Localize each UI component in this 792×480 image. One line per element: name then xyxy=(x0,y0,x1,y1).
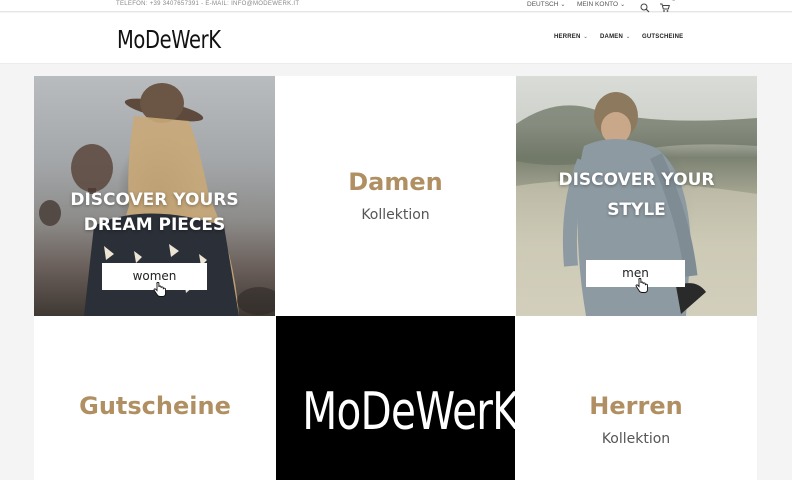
site-logo[interactable]: MoDeWerK xyxy=(117,25,221,54)
women-title-line-1: DISCOVER YOURS xyxy=(70,190,239,210)
nav-label: GUTSCHEINE xyxy=(642,34,684,40)
nav-label: DAMEN xyxy=(600,34,623,40)
account-menu[interactable]: MEIN KONTO ⌄ xyxy=(577,1,625,8)
chevron-down-icon: ⌄ xyxy=(560,2,566,8)
chevron-down-icon: ⌄ xyxy=(626,34,631,40)
herren-collection-tile[interactable]: Herren Kollektion xyxy=(515,316,757,480)
damen-subtitle: Kollektion xyxy=(361,207,430,223)
damen-title: Damen xyxy=(348,168,443,196)
hand-pointer-icon xyxy=(153,281,167,301)
cart-count-badge: 0 xyxy=(672,0,676,3)
herren-title: Herren xyxy=(589,392,683,420)
chevron-down-icon: ⌄ xyxy=(583,34,588,40)
nav-item-gutscheine[interactable]: GUTSCHEINE xyxy=(642,34,683,40)
nav-label: HERREN xyxy=(554,34,581,40)
nav-item-herren[interactable]: HERREN ⌄ xyxy=(554,34,588,40)
account-label: MEIN KONTO xyxy=(577,1,619,8)
site-header: MoDeWerK HERREN ⌄ DAMEN ⌄ GUTSCHEINE xyxy=(0,13,792,64)
top-bar: TELEFON: +39 3407657391 - E-MAIL: INFO@M… xyxy=(0,0,792,13)
gutscheine-tile[interactable]: Gutscheine xyxy=(34,316,276,480)
search-icon[interactable] xyxy=(640,0,652,13)
language-selector[interactable]: DEUTSCH ⌄ xyxy=(527,1,565,8)
gutscheine-title: Gutscheine xyxy=(79,392,231,420)
damen-collection-tile[interactable]: Damen Kollektion xyxy=(275,76,516,316)
chevron-down-icon: ⌄ xyxy=(620,2,626,8)
nav-item-damen[interactable]: DAMEN ⌄ xyxy=(600,34,630,40)
women-title-line-2: DREAM PIECES xyxy=(83,215,226,235)
men-promo-title: DISCOVER YOUR STYLE xyxy=(516,168,757,223)
brand-logo: MoDeWerK xyxy=(302,382,515,442)
herren-subtitle: Kollektion xyxy=(601,431,671,447)
women-promo-tile[interactable]: DISCOVER YOURS DREAM PIECES women xyxy=(34,76,275,316)
brand-logo-tile[interactable]: MoDeWerK xyxy=(276,316,515,480)
men-title-line-1: DISCOVER YOUR xyxy=(558,170,715,190)
men-title-line-2: STYLE xyxy=(607,200,666,220)
cart-icon[interactable] xyxy=(659,0,671,12)
hand-pointer-icon xyxy=(635,277,649,297)
contact-info: TELEFON: +39 3407657391 - E-MAIL: INFO@M… xyxy=(116,1,300,7)
language-label: DEUTSCH xyxy=(527,1,559,8)
men-promo-tile[interactable]: DISCOVER YOUR STYLE men xyxy=(516,76,757,316)
women-promo-title: DISCOVER YOURS DREAM PIECES xyxy=(34,188,275,238)
